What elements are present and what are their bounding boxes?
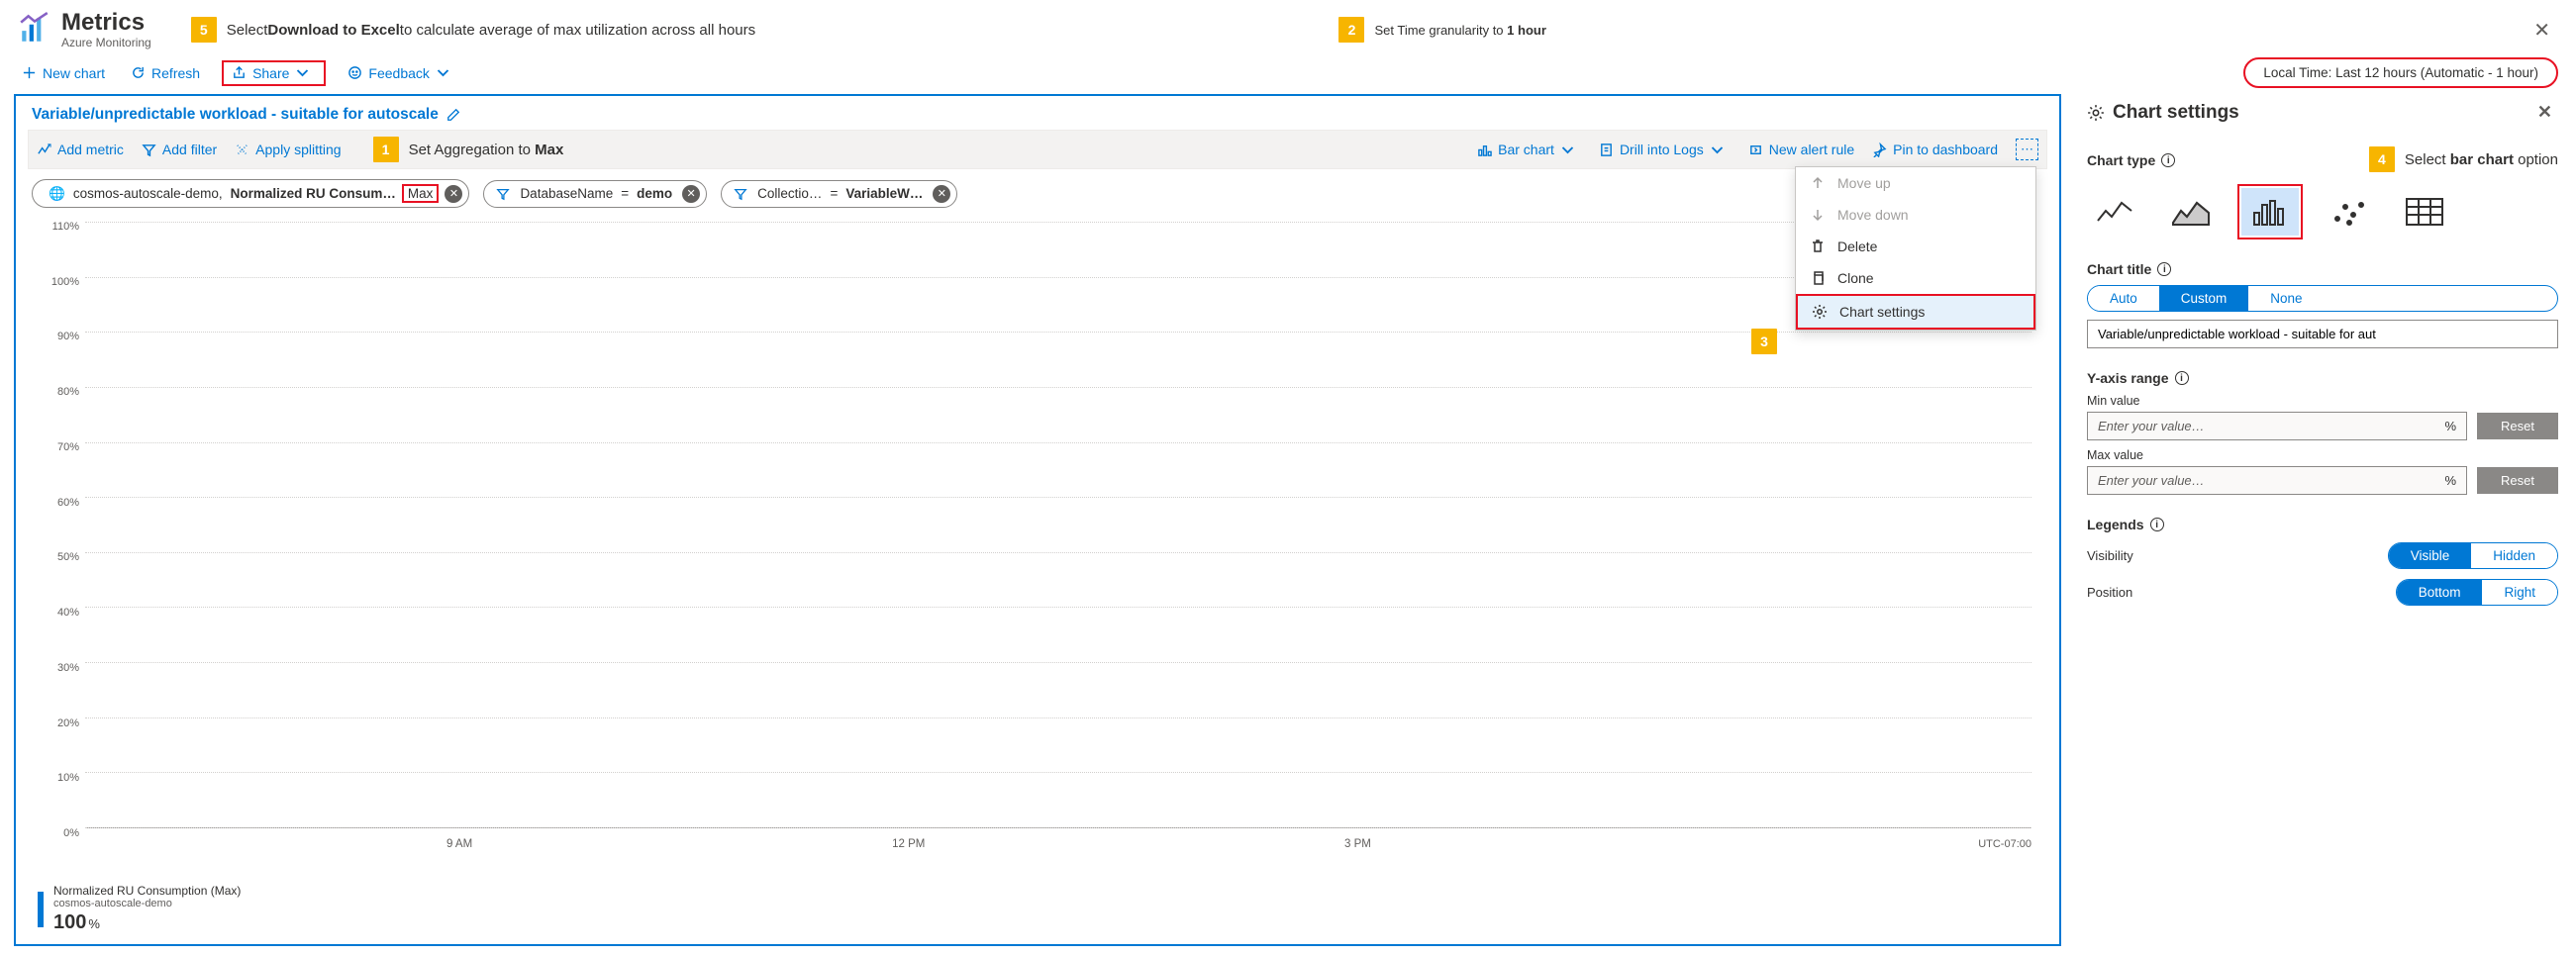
- info-icon[interactable]: i: [2161, 153, 2175, 167]
- refresh-button[interactable]: Refresh: [127, 62, 204, 84]
- ctx-delete[interactable]: Delete: [1796, 231, 2035, 262]
- yaxis-max-reset[interactable]: Reset: [2477, 467, 2558, 494]
- instruction-4: Select bar chart option: [2405, 151, 2558, 168]
- filter-pill-database[interactable]: DatabaseName=demo ✕: [483, 180, 707, 208]
- info-icon[interactable]: i: [2157, 262, 2171, 276]
- title-custom[interactable]: Custom: [2159, 286, 2249, 311]
- ctx-move-up: Move up: [1796, 167, 2035, 199]
- legend-visibility-toggle[interactable]: Visible Hidden: [2388, 542, 2558, 569]
- new-alert-rule-button[interactable]: New alert rule: [1748, 142, 1854, 157]
- edit-title-icon[interactable]: [446, 108, 460, 122]
- chart-title-input[interactable]: [2087, 320, 2558, 348]
- metric-pill[interactable]: 🌐 cosmos-autoscale-demo, Normalized RU C…: [32, 179, 469, 208]
- new-chart-button[interactable]: New chart: [18, 62, 109, 84]
- instruction-1: Set Aggregation to Max: [409, 142, 564, 158]
- timezone-label: UTC-07:00: [1978, 838, 2031, 850]
- chart-type-grid[interactable]: [2396, 188, 2453, 236]
- ctx-move-down: Move down: [1796, 199, 2035, 231]
- legend-hidden[interactable]: Hidden: [2471, 543, 2557, 568]
- legend-position-label: Position: [2087, 585, 2132, 600]
- info-icon[interactable]: i: [2175, 371, 2189, 385]
- chart-legend: Normalized RU Consumption (Max) cosmos-a…: [16, 878, 2059, 944]
- yaxis-min-input[interactable]: Enter your value…%: [2087, 412, 2467, 440]
- legend-swatch: [38, 892, 44, 927]
- time-range-picker[interactable]: Local Time: Last 12 hours (Automatic - 1…: [2243, 57, 2558, 88]
- globe-icon: 🌐: [45, 186, 69, 202]
- chart-title-mode[interactable]: Auto Custom None: [2087, 285, 2558, 312]
- legend-visible[interactable]: Visible: [2389, 543, 2472, 568]
- remove-filter-icon[interactable]: ✕: [682, 185, 700, 203]
- more-menu-button[interactable]: ⋯: [2016, 139, 2038, 160]
- title-auto[interactable]: Auto: [2088, 286, 2159, 311]
- apply-splitting-button[interactable]: Apply splitting: [235, 142, 341, 157]
- chart-context-menu: Move up Move down Delete Clone Chart set…: [1795, 166, 2036, 331]
- filter-pill-collection[interactable]: Collectio…=VariableW… ✕: [721, 180, 957, 208]
- pin-to-dashboard-button[interactable]: Pin to dashboard: [1872, 142, 1998, 157]
- legend-visibility-label: Visibility: [2087, 548, 2133, 563]
- chart-title: Variable/unpredictable workload - suitab…: [32, 106, 439, 124]
- page-title: Metrics: [61, 10, 151, 36]
- share-button[interactable]: Share: [222, 60, 326, 86]
- title-none[interactable]: None: [2248, 286, 2324, 311]
- chart-panel: Variable/unpredictable workload - suitab…: [14, 94, 2061, 946]
- chart-type-area[interactable]: [2162, 188, 2220, 236]
- add-metric-button[interactable]: Add metric: [37, 142, 124, 157]
- metrics-icon: [18, 12, 51, 48]
- chart-type-line[interactable]: [2087, 188, 2144, 236]
- remove-metric-icon[interactable]: ✕: [445, 185, 462, 203]
- instruction-2: Set Time granularity to 1 hour: [1374, 23, 1545, 38]
- legend-position-toggle[interactable]: Bottom Right: [2396, 579, 2558, 606]
- callout-1: 1: [373, 137, 399, 162]
- yaxis-min-reset[interactable]: Reset: [2477, 413, 2558, 439]
- legend-right[interactable]: Right: [2482, 580, 2557, 605]
- ctx-chart-settings[interactable]: Chart settings: [1796, 294, 2035, 330]
- ctx-clone[interactable]: Clone: [1796, 262, 2035, 294]
- remove-filter-icon[interactable]: ✕: [933, 185, 950, 203]
- info-icon[interactable]: i: [2150, 518, 2164, 531]
- callout-5: 5: [191, 17, 217, 43]
- drill-into-logs-button[interactable]: Drill into Logs: [1599, 142, 1731, 157]
- callout-2: 2: [1338, 17, 1364, 43]
- page-subtitle: Azure Monitoring: [61, 36, 151, 49]
- close-button[interactable]: ✕: [2526, 14, 2558, 47]
- chart-settings-panel: Chart settings ✕ Chart typei 4 Select ba…: [2077, 94, 2562, 946]
- yaxis-max-input[interactable]: Enter your value…%: [2087, 466, 2467, 495]
- callout-4: 4: [2369, 146, 2395, 172]
- chart-type-scatter[interactable]: [2321, 188, 2378, 236]
- callout-3: 3: [1751, 329, 1777, 354]
- chart-type-bar[interactable]: [2241, 188, 2299, 236]
- instruction-5: Select Download to Excel to calculate av…: [227, 22, 755, 39]
- close-panel-button[interactable]: ✕: [2531, 100, 2558, 125]
- gear-icon: [2087, 104, 2105, 122]
- add-filter-button[interactable]: Add filter: [142, 142, 217, 157]
- chart-area: UTC-07:00 0%10%20%30%40%50%60%70%80%90%1…: [36, 218, 2039, 874]
- feedback-button[interactable]: Feedback: [344, 62, 459, 84]
- chart-type-dropdown[interactable]: Bar chart: [1477, 142, 1581, 157]
- legend-bottom[interactable]: Bottom: [2397, 580, 2483, 605]
- aggregation-value[interactable]: Max: [402, 184, 440, 203]
